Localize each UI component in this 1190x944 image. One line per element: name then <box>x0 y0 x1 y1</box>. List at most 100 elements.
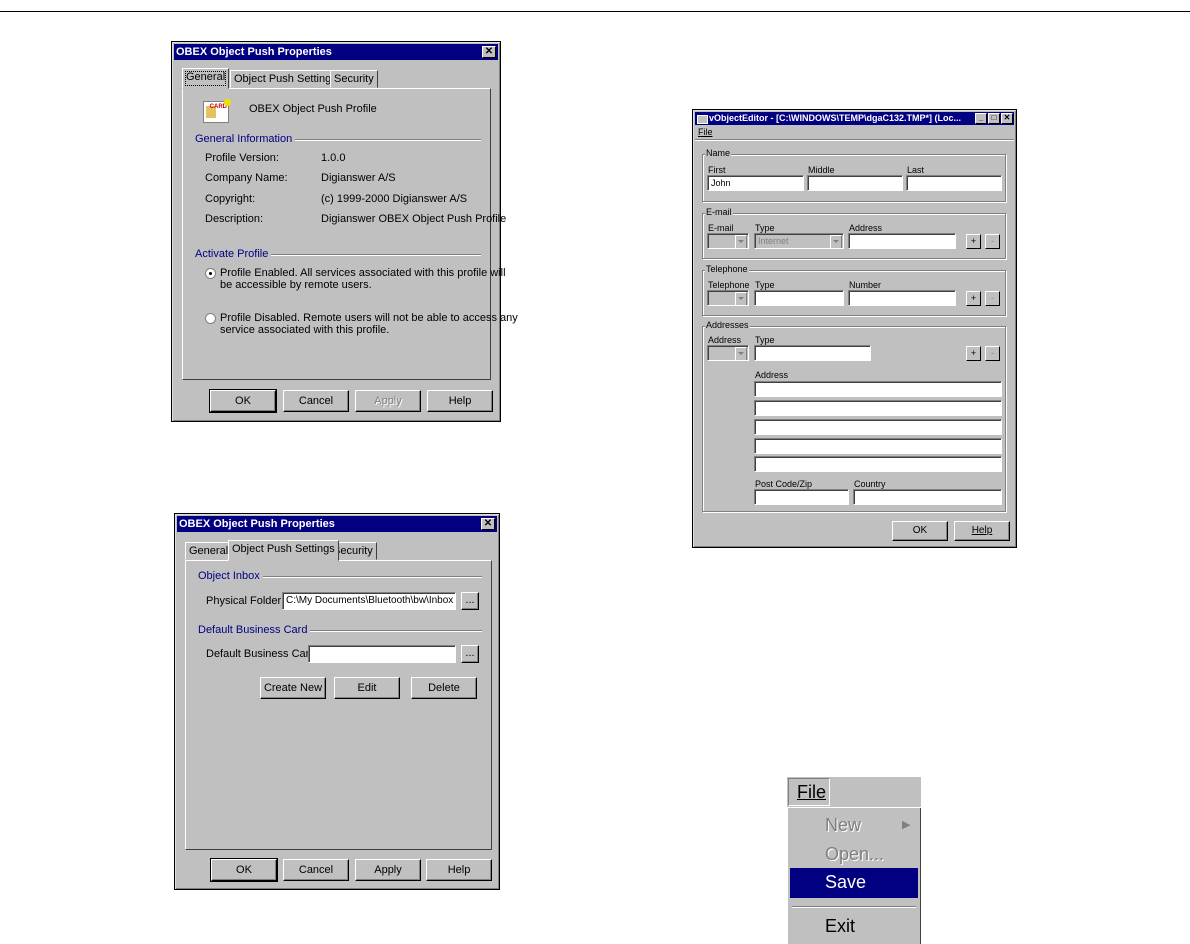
add-address-button[interactable]: + <box>966 346 981 361</box>
edit-button[interactable]: Edit <box>334 677 400 699</box>
address-lines-label: Address <box>755 370 789 380</box>
info-value: Digianswer A/S <box>321 172 396 184</box>
vobject-editor-window: vObjectEditor - [C:\WINDOWS\TEMP\dgaC132… <box>692 109 1017 548</box>
tab-object-push-settings[interactable]: Object Push Settings <box>230 70 341 88</box>
chevron-down-icon[interactable] <box>735 235 747 248</box>
telephone-frame-title: Telephone <box>705 264 749 274</box>
add-email-button[interactable]: + <box>966 234 981 249</box>
chevron-down-icon[interactable] <box>830 235 842 248</box>
profile-disabled-label-line2: service associated with this profile. <box>220 324 390 336</box>
email-address-label: Address <box>849 223 883 233</box>
remove-email-button[interactable]: - <box>985 234 1000 249</box>
tab-general[interactable]: General <box>185 542 233 560</box>
close-icon[interactable]: ✕ <box>1001 113 1013 124</box>
help-button[interactable]: Help <box>954 521 1010 541</box>
chevron-down-icon[interactable] <box>735 347 747 360</box>
postcode-input[interactable] <box>754 489 849 505</box>
address-line-input[interactable] <box>754 381 1002 397</box>
menu-item-new[interactable]: New <box>825 815 861 836</box>
first-name-input[interactable]: John <box>707 175 804 191</box>
address-line-input[interactable] <box>754 438 1002 454</box>
email-select[interactable] <box>707 233 749 249</box>
file-menu-dropdown: New ▶ Open... Save Exit <box>787 808 921 944</box>
add-telephone-button[interactable]: + <box>966 291 981 306</box>
window-titlebar: vObjectEditor - [C:\WINDOWS\TEMP\dgaC132… <box>695 112 1014 125</box>
address-type-label: Type <box>755 335 775 345</box>
help-button[interactable]: Help <box>426 859 492 881</box>
menu-separator <box>792 906 916 908</box>
menu-item-save[interactable]: Save <box>825 872 866 893</box>
profile-enabled-radio[interactable] <box>205 268 216 279</box>
menu-item-exit[interactable]: Exit <box>825 916 855 937</box>
last-name-input[interactable] <box>906 175 1002 191</box>
remove-telephone-button[interactable]: - <box>985 291 1000 306</box>
country-input[interactable] <box>853 489 1002 505</box>
default-card-label: Default Business Card: <box>206 648 319 660</box>
remove-address-button[interactable]: - <box>985 346 1000 361</box>
address-select[interactable] <box>707 345 749 361</box>
chevron-down-icon[interactable] <box>735 292 747 305</box>
card-icon: CARD <box>203 99 231 123</box>
info-value: 1.0.0 <box>321 152 346 164</box>
ok-button[interactable]: OK <box>210 858 278 882</box>
address-label: Address <box>708 335 742 345</box>
apply-button[interactable]: Apply <box>355 859 421 881</box>
menu-file[interactable]: File <box>698 127 713 137</box>
physical-folder-input[interactable]: C:\My Documents\Bluetooth\bw\Inbox <box>282 592 456 610</box>
window-title: OBEX Object Push Properties <box>176 46 332 58</box>
menu-item-open-label: Open... <box>825 844 885 864</box>
close-icon[interactable]: ✕ <box>482 46 496 58</box>
submenu-arrow-icon: ▶ <box>902 819 911 831</box>
address-line-input[interactable] <box>754 400 1002 416</box>
menu-item-open[interactable]: Open... <box>825 844 884 865</box>
file-menu-header[interactable]: File <box>788 778 830 806</box>
create-new-button[interactable]: Create New <box>260 677 326 699</box>
window-title: OBEX Object Push Properties <box>179 518 335 530</box>
middle-name-input[interactable] <box>807 175 903 191</box>
help-button[interactable]: Help <box>427 390 493 412</box>
delete-button[interactable]: Delete <box>411 677 477 699</box>
address-type-input[interactable] <box>754 345 871 361</box>
apply-button[interactable]: Apply <box>355 390 421 412</box>
window-title: vObjectEditor - [C:\WINDOWS\TEMP\dgaC132… <box>709 113 962 123</box>
addresses-frame-title: Addresses <box>705 320 750 330</box>
tab-object-push-settings[interactable]: Object Push Settings <box>228 540 339 561</box>
email-type-value: Internet <box>758 236 789 246</box>
browse-folder-button[interactable]: ... <box>461 592 479 610</box>
email-address-input[interactable] <box>848 233 956 249</box>
menu-divider <box>695 139 1014 141</box>
tab-security[interactable]: Security <box>330 70 378 88</box>
menu-item-save-label: Save <box>825 872 867 892</box>
telephone-number-label: Number <box>849 280 882 290</box>
first-name-label: First <box>708 165 726 175</box>
ok-button[interactable]: OK <box>209 389 277 413</box>
minimize-icon[interactable]: _ <box>975 113 987 124</box>
tab-general[interactable]: General <box>182 68 230 89</box>
telephone-number-input[interactable] <box>848 290 956 306</box>
ok-button[interactable]: OK <box>892 521 948 541</box>
cancel-button[interactable]: Cancel <box>283 390 349 412</box>
country-label: Country <box>854 479 886 489</box>
help-button-label: Help <box>971 525 993 536</box>
cancel-button[interactable]: Cancel <box>283 859 349 881</box>
default-card-input[interactable] <box>308 645 456 663</box>
obex-properties-general-window: OBEX Object Push Properties ✕ General Ob… <box>171 41 518 422</box>
window-titlebar: OBEX Object Push Properties ✕ <box>174 44 498 60</box>
browse-card-button[interactable]: ... <box>461 645 479 663</box>
email-type-select[interactable]: Internet <box>754 233 844 249</box>
tab-panel-general: CARD OBEX Object Push Profile General In… <box>182 88 518 380</box>
address-line-input[interactable] <box>754 419 1002 435</box>
info-label: Description: <box>205 213 264 225</box>
close-icon[interactable]: ✕ <box>481 518 495 530</box>
address-line-input[interactable] <box>754 456 1002 472</box>
middle-name-label: Middle <box>808 165 835 175</box>
info-label: Copyright: <box>205 193 256 205</box>
email-label: E-mail <box>708 223 734 233</box>
telephone-type-input[interactable] <box>754 290 844 306</box>
telephone-select[interactable] <box>707 290 749 306</box>
name-frame-title: Name <box>705 148 732 158</box>
profile-disabled-radio[interactable] <box>205 313 216 324</box>
app-icon <box>697 115 708 124</box>
maximize-icon[interactable]: □ <box>988 113 1000 124</box>
info-label: Company Name: <box>205 172 288 184</box>
